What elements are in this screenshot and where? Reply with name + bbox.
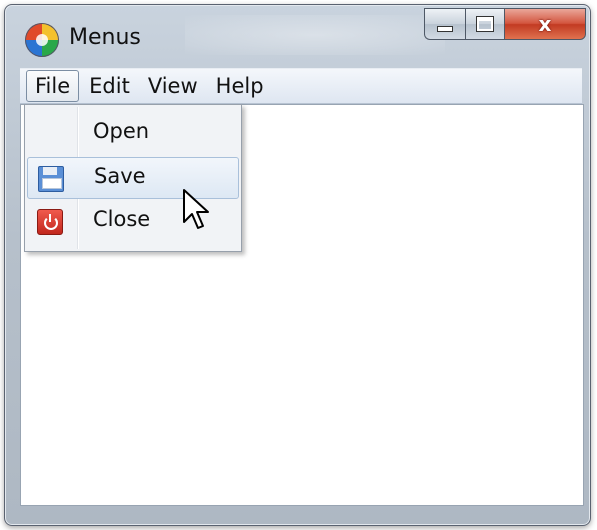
mouse-cursor-icon	[183, 189, 209, 229]
caption-buttons: x	[424, 8, 586, 48]
window-title: Menus	[69, 25, 141, 50]
minimize-icon	[437, 26, 453, 32]
close-button[interactable]: x	[504, 8, 586, 40]
power-icon	[37, 209, 63, 235]
menu-item-save-label: Save	[94, 164, 146, 188]
minimize-button[interactable]	[424, 8, 465, 40]
menu-view[interactable]: View	[140, 71, 206, 101]
menu-help[interactable]: Help	[208, 71, 272, 101]
maximize-button[interactable]	[465, 8, 504, 40]
menu-edit[interactable]: Edit	[81, 71, 138, 101]
menu-item-close-label: Close	[93, 207, 151, 231]
menu-item-open-label: Open	[93, 119, 150, 143]
maximize-icon	[476, 16, 494, 32]
close-icon: x	[538, 12, 552, 36]
menu-file[interactable]: File	[26, 70, 80, 102]
menu-item-open[interactable]: Open	[27, 113, 237, 153]
app-icon[interactable]	[25, 23, 59, 57]
save-icon	[38, 166, 64, 192]
menu-bar: File Edit View Help	[20, 68, 582, 104]
